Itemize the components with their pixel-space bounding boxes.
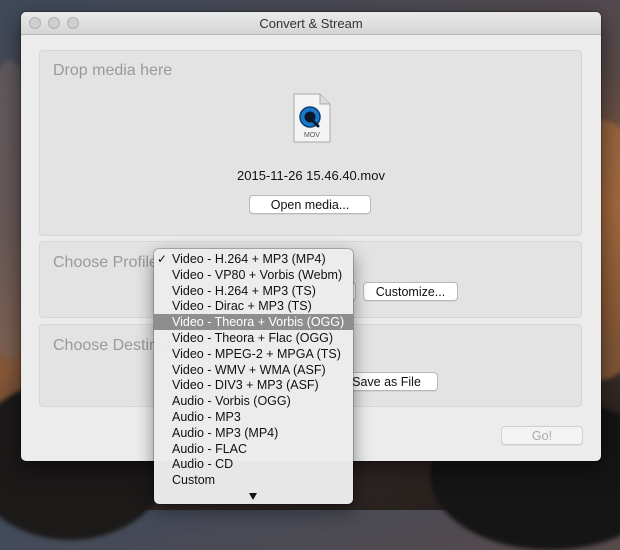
checkmark-icon: ✓	[157, 252, 168, 266]
profile-menu-item-label: Video - WMV + WMA (ASF)	[172, 362, 326, 377]
profile-menu-item[interactable]: Video - Theora + Flac (OGG)	[154, 330, 353, 346]
profile-menu-item[interactable]: Video - WMV + WMA (ASF)	[154, 362, 353, 378]
window-title: Convert & Stream	[259, 16, 363, 31]
profile-menu-item-label: Video - Dirac + MP3 (TS)	[172, 299, 312, 314]
profile-menu-item-label: Video - Theora + Flac (OGG)	[172, 331, 334, 345]
profile-menu-item-label: Video - MPEG-2 + MPGA (TS)	[172, 346, 341, 361]
open-media-button[interactable]: Open media...	[249, 195, 371, 214]
profile-menu-item-label: Custom	[172, 473, 216, 488]
profile-dropdown-menu: ✓ Video - H.264 + MP3 (MP4) Video - VP80 +…	[154, 249, 353, 504]
profile-menu-item[interactable]: Audio - CD	[154, 456, 353, 472]
profile-menu-item[interactable]: Video - MPEG-2 + MPGA (TS)	[154, 346, 353, 362]
mov-file-icon: MOV	[293, 93, 331, 143]
profile-menu-item[interactable]: Audio - FLAC	[154, 441, 353, 457]
profile-menu-item[interactable]: Video - VP80 + Vorbis (Webm)	[154, 267, 353, 283]
profile-menu-item[interactable]: Video - DIV3 + MP3 (ASF)	[154, 377, 353, 393]
profile-menu-item-label: Video - H.264 + MP3 (TS)	[172, 283, 316, 298]
profile-menu-item[interactable]: Custom	[154, 472, 353, 488]
profile-menu-item-label: Audio - FLAC	[172, 441, 248, 456]
profile-menu-item-label: Audio - MP3	[172, 410, 241, 424]
profile-menu-item[interactable]: Audio - Vorbis (OGG)	[154, 393, 353, 409]
profile-menu-item[interactable]: Video - Dirac + MP3 (TS)	[154, 298, 353, 314]
profile-menu-item-label: Audio - MP3 (MP4)	[172, 425, 279, 440]
profile-menu-item-label: Video - DIV3 + MP3 (ASF)	[172, 378, 319, 393]
customize-button[interactable]: Customize...	[363, 282, 458, 301]
profile-menu-item-label: Video - H.264 + MP3 (MP4)	[172, 252, 326, 266]
profile-menu-item[interactable]: Video - Theora + Vorbis (OGG)	[154, 314, 353, 331]
go-button[interactable]: Go!	[501, 426, 583, 445]
scroll-down-arrow-icon[interactable]	[249, 493, 257, 500]
profile-menu-item-label: Video - Theora + Vorbis (OGG)	[172, 315, 345, 330]
profile-menu-item[interactable]: Video - H.264 + MP3 (TS)	[154, 283, 353, 299]
title-bar: Convert & Stream	[21, 12, 601, 35]
choose-profile-label: Choose Profile	[53, 254, 158, 271]
profile-menu-item-label: Video - VP80 + Vorbis (Webm)	[172, 267, 343, 282]
profile-menu-item[interactable]: Audio - MP3	[154, 409, 353, 425]
drop-media-label: Drop media here	[53, 62, 173, 79]
profile-menu-item-label: Audio - CD	[172, 457, 234, 472]
profile-menu-item[interactable]: Audio - MP3 (MP4)	[154, 425, 353, 441]
profile-menu-item[interactable]: ✓ Video - H.264 + MP3 (MP4)	[154, 251, 353, 267]
profile-menu-item-label: Audio - Vorbis (OGG)	[172, 394, 291, 409]
source-filename: 2015-11-26 15.46.40.mov	[237, 168, 385, 183]
file-badge-text: MOV	[304, 132, 320, 139]
